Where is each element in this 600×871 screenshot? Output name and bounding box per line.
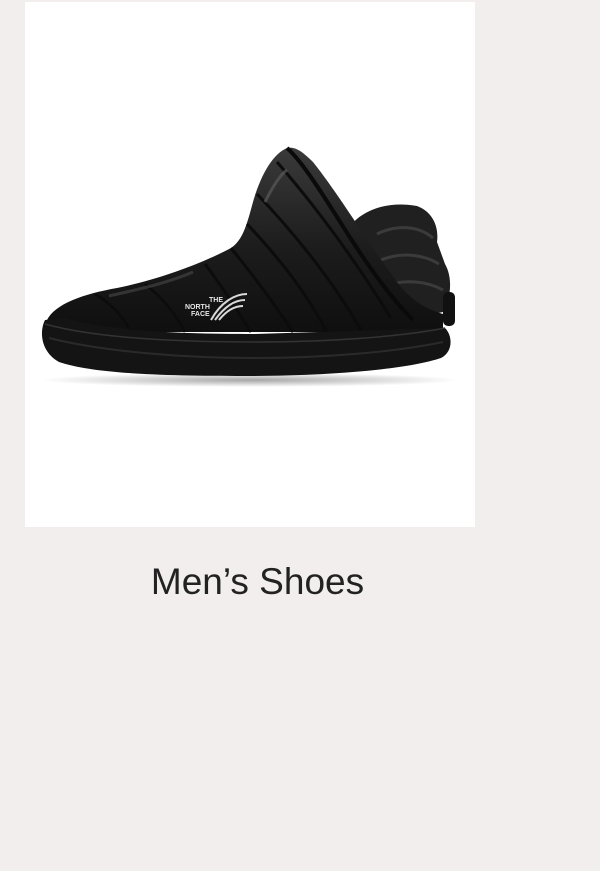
- brand-logo-text-2: NORTH: [185, 304, 210, 311]
- shoe-icon: THE NORTH FACE: [40, 146, 460, 387]
- brand-logo-text-1: THE: [209, 297, 223, 304]
- product-image[interactable]: THE NORTH FACE: [25, 2, 475, 527]
- category-title[interactable]: Men’s Shoes: [25, 560, 490, 604]
- brand-logo-text-3: FACE: [191, 311, 210, 318]
- category-tile-mens-shoes[interactable]: THE NORTH FACE Men’s Shoes: [0, 0, 600, 871]
